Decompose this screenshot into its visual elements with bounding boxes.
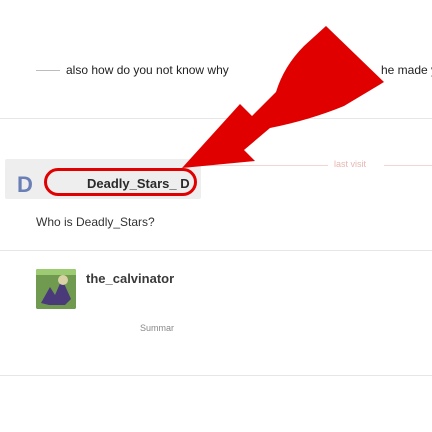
username[interactable]: the_calvinator xyxy=(86,271,174,286)
post-body: Who is Deadly_Stars? xyxy=(36,215,155,229)
summary-text: Summar xyxy=(140,323,175,333)
quote-dash xyxy=(36,70,60,71)
last-visit-line-left xyxy=(200,165,328,166)
user-avatar[interactable] xyxy=(36,269,76,309)
last-visit-line-right xyxy=(384,165,432,166)
reply-post xyxy=(0,250,432,370)
last-visit-label: last visit xyxy=(334,159,367,169)
post-text-continued: he made y xyxy=(381,63,432,77)
avatar-image xyxy=(36,269,76,309)
post-divider xyxy=(0,118,432,119)
topic-avatar-letter: D xyxy=(17,172,33,197)
previous-post: also how do you not know why he made y xyxy=(0,0,432,120)
post-text: also how do you not know why xyxy=(66,63,229,77)
post-divider xyxy=(0,375,432,376)
topic-link[interactable]: Deadly_Stars_ D xyxy=(44,168,197,196)
topic-link-label: Deadly_Stars_ D xyxy=(87,176,190,191)
